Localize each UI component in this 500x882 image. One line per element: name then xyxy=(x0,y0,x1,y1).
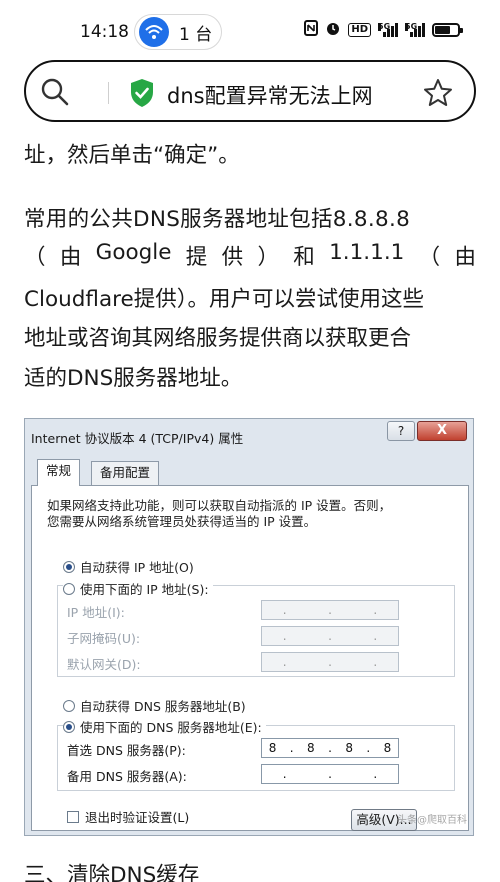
subnet-mask-field: ... xyxy=(261,626,399,646)
checkbox-validate-on-exit[interactable]: 退出时验证设置(L) xyxy=(67,807,189,826)
tab-general[interactable]: 常规 xyxy=(37,459,81,486)
hotspot-pill[interactable]: 1 台 xyxy=(134,14,222,50)
signal-strength-icon-2: 5G xyxy=(405,23,425,37)
signal-strength-icon-1: 5G xyxy=(378,23,398,37)
radio-unselected-icon xyxy=(63,582,75,595)
dialog-title: Internet 协议版本 4 (TCP/IPv4) 属性 xyxy=(31,431,244,446)
security-shield-icon xyxy=(129,78,155,112)
search-bar[interactable]: dns配置异常无法上网 xyxy=(24,60,476,122)
article-paragraph-line-1: 常用的公共DNS服务器地址包括8.8.8.8 xyxy=(24,207,411,232)
dialog-close-button[interactable]: X xyxy=(417,421,467,441)
status-icons: HD 5G 5G xyxy=(304,20,463,40)
battery-level xyxy=(435,26,451,34)
radio-manual-dns[interactable]: 使用下面的 DNS 服务器地址(E): xyxy=(63,717,266,736)
search-query-text[interactable]: dns配置异常无法上网 xyxy=(167,80,373,110)
ip-address-field: ... xyxy=(261,600,399,620)
article-paragraph-line-4: 地址或咨询其网络服务提供商以获取更合 xyxy=(24,326,412,351)
alarm-icon xyxy=(325,20,341,40)
dialog-description-line-2: 您需要从网络系统管理员处获得适当的 IP 设置。 xyxy=(47,514,317,529)
image-watermark: 头条@爬取百科 xyxy=(397,815,467,826)
radio-selected-icon xyxy=(63,720,75,733)
article-line-cut: 址，然后单击“确定”。 xyxy=(24,143,240,168)
label-default-gateway: 默认网关(D): xyxy=(67,657,141,672)
section-heading-cut: 三、清除DNS缓存 xyxy=(24,863,200,882)
label-ip-address: IP 地址(I): xyxy=(67,605,125,620)
article-paragraph-line-5: 适的DNS服务器地址。 xyxy=(24,366,243,391)
label-preferred-dns: 首选 DNS 服务器(P): xyxy=(67,743,186,758)
label-alternate-dns: 备用 DNS 服务器(A): xyxy=(67,769,187,784)
nfc-icon xyxy=(304,20,319,40)
radio-unselected-icon xyxy=(63,699,75,712)
wifi-hotspot-icon xyxy=(139,17,169,47)
article-paragraph-line-3: Cloudflare提供）。用户可以尝试使用这些 xyxy=(24,287,424,312)
status-time: 14:18 xyxy=(80,22,129,42)
search-divider xyxy=(108,82,109,104)
label-subnet-mask: 子网掩码(U): xyxy=(67,631,141,646)
radio-auto-dns[interactable]: 自动获得 DNS 服务器地址(B) xyxy=(63,696,246,715)
preferred-dns-field[interactable]: 8. 8. 8. 8 xyxy=(261,738,399,758)
hotspot-device-count: 1 台 xyxy=(179,24,213,45)
dialog-help-button[interactable]: ? xyxy=(387,421,415,441)
checkbox-unchecked-icon xyxy=(67,810,79,823)
tab-alternate-config[interactable]: 备用配置 xyxy=(91,461,160,485)
search-icon[interactable] xyxy=(40,77,70,111)
tcpip-properties-dialog-image[interactable]: Internet 协议版本 4 (TCP/IPv4) 属性 ? X 常规 备用配… xyxy=(24,418,474,836)
favorite-star-icon[interactable] xyxy=(422,77,454,113)
alternate-dns-field[interactable]: ... xyxy=(261,764,399,784)
status-bar: 14:18 1 台 HD 5G 5G xyxy=(0,0,500,60)
default-gateway-field: ... xyxy=(261,652,399,672)
hd-voice-icon: HD xyxy=(348,23,371,37)
radio-manual-ip[interactable]: 使用下面的 IP 地址(S): xyxy=(63,579,213,598)
article-paragraph-line-2: （ 由 Google 提 供 ） 和 1.1.1.1 （ 由 xyxy=(24,240,476,270)
battery-icon xyxy=(432,23,463,37)
radio-auto-ip[interactable]: 自动获得 IP 地址(O) xyxy=(63,557,194,576)
radio-selected-icon xyxy=(63,560,75,573)
